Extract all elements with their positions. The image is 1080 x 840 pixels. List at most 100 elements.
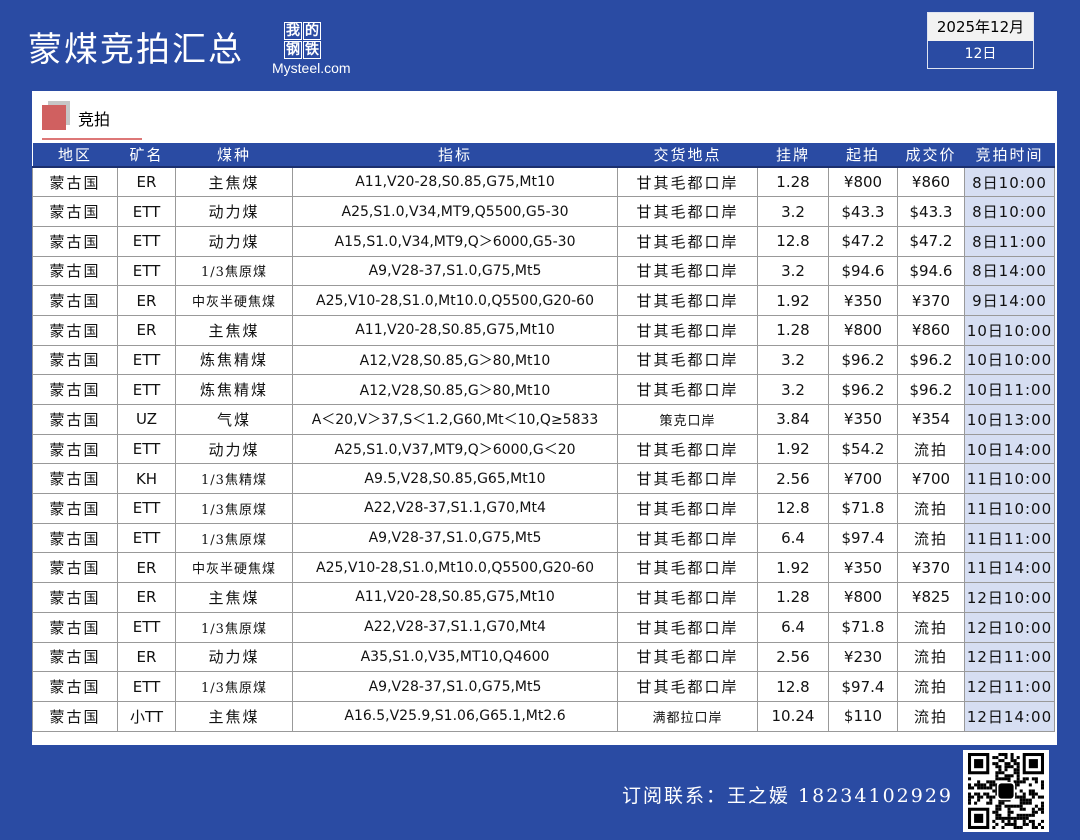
cell-listed-qty: 6.4	[757, 522, 829, 554]
cell-mine: ETT	[117, 374, 176, 405]
cell-auction-time: 8日14:00	[964, 255, 1055, 287]
cell-auction-time: 9日14:00	[964, 285, 1055, 316]
cell-spec: A22,V28-37,S1.1,G70,Mt4	[292, 493, 618, 524]
column-header: 煤种	[175, 143, 293, 168]
cell-start-price: $96.2	[828, 374, 898, 405]
cell-coal-type: 主焦煤	[175, 166, 293, 198]
auction-table: 地区 矿名 煤种 指标 交货地点 挂牌 起拍 成交价 竞拍时间 蒙古国 ER 主焦煤 A11,V20-…	[32, 143, 1055, 732]
cell-mine: ETT	[117, 493, 176, 524]
cell-deal-price: $96.2	[897, 374, 965, 405]
cell-spec: A11,V20-28,S0.85,G75,Mt10	[292, 166, 618, 198]
cell-mine: ER	[117, 582, 176, 613]
cell-deal-price: ¥370	[897, 285, 965, 316]
cell-region: 蒙古国	[32, 374, 118, 405]
cell-start-price: $110	[828, 700, 898, 732]
table-row: 蒙古国 ER 主焦煤 A11,V20-28,S0.85,G75,Mt10 甘其毛都口岸 1…	[32, 582, 1055, 613]
table-row: 蒙古国 KH 1/3焦精煤 A9.5,V28,S0.85,G65,Mt10 甘其毛都口岸…	[32, 463, 1055, 495]
cell-listed-qty: 3.84	[757, 404, 829, 435]
table-row: 蒙古国 ER 中灰半硬焦煤 A25,V10-28,S1.0,Mt10.0,Q5500,…	[32, 285, 1055, 316]
cell-region: 蒙古国	[32, 314, 118, 346]
logo-text: Mysteel.com	[272, 60, 351, 76]
cell-region: 蒙古国	[32, 463, 118, 495]
cell-region: 蒙古国	[32, 641, 118, 673]
cell-auction-time: 12日10:00	[964, 611, 1055, 643]
cell-start-price: $71.8	[828, 493, 898, 524]
cell-spec: A16.5,V25.9,S1.06,G65.1,Mt2.6	[292, 700, 618, 732]
cell-auction-time: 10日11:00	[964, 374, 1055, 405]
cell-listed-qty: 3.2	[757, 255, 829, 287]
cell-spec: A25,S1.0,V34,MT9,Q5500,G5-30	[292, 196, 618, 227]
cell-coal-type: 中灰半硬焦煤	[175, 552, 293, 584]
cell-spec: A11,V20-28,S0.85,G75,Mt10	[292, 582, 618, 613]
cell-listed-qty: 3.2	[757, 196, 829, 227]
cell-spec: A9,V28-37,S1.0,G75,Mt5	[292, 522, 618, 554]
cell-region: 蒙古国	[32, 433, 118, 465]
cell-deal-price: ¥825	[897, 582, 965, 613]
cell-start-price: $97.4	[828, 671, 898, 702]
cell-delivery-port: 甘其毛都口岸	[617, 552, 758, 584]
table-row: 蒙古国 ER 主焦煤 A11,V20-28,S0.85,G75,Mt10 甘其毛都口岸 1…	[32, 314, 1055, 346]
cell-deal-price: ¥700	[897, 463, 965, 495]
cell-deal-price: 流拍	[897, 433, 965, 465]
cell-start-price: $94.6	[828, 255, 898, 287]
cell-coal-type: 1/3焦原煤	[175, 611, 293, 643]
logo-char: 的	[303, 22, 321, 40]
cell-spec: A9,V28-37,S1.0,G75,Mt5	[292, 255, 618, 287]
cell-coal-type: 1/3焦原煤	[175, 671, 293, 702]
cell-listed-qty: 2.56	[757, 641, 829, 673]
cell-start-price: $47.2	[828, 225, 898, 257]
qr-code[interactable]	[963, 750, 1049, 832]
cell-deal-price: $43.3	[897, 196, 965, 227]
cell-mine: ETT	[117, 344, 176, 376]
cell-delivery-port: 甘其毛都口岸	[617, 522, 758, 554]
cell-listed-qty: 1.92	[757, 552, 829, 584]
cell-mine: ETT	[117, 522, 176, 554]
table-row: 蒙古国 ETT 动力煤 A15,S1.0,V34,MT9,Q＞6000,G5-30 甘其…	[32, 225, 1055, 257]
table-row: 蒙古国 ETT 动力煤 A25,S1.0,V37,MT9,Q＞6000,G＜20 甘其毛…	[32, 433, 1055, 465]
cell-deal-price: 流拍	[897, 671, 965, 702]
cell-spec: A＜20,V＞37,S＜1.2,G60,Mt＜10,Q≥5833	[292, 404, 618, 435]
cell-delivery-port: 甘其毛都口岸	[617, 611, 758, 643]
cell-region: 蒙古国	[32, 552, 118, 584]
cell-auction-time: 11日10:00	[964, 493, 1055, 524]
cell-region: 蒙古国	[32, 196, 118, 227]
cell-listed-qty: 10.24	[757, 700, 829, 732]
cell-listed-qty: 3.2	[757, 344, 829, 376]
mysteel-logo: 我的钢铁 Mysteel.com	[272, 22, 364, 82]
cell-delivery-port: 甘其毛都口岸	[617, 196, 758, 227]
cell-mine: KH	[117, 463, 176, 495]
cell-listed-qty: 1.28	[757, 166, 829, 198]
section-header: 竞拍	[42, 101, 142, 140]
cell-auction-time: 10日10:00	[964, 314, 1055, 346]
cell-coal-type: 动力煤	[175, 433, 293, 465]
cell-region: 蒙古国	[32, 285, 118, 316]
logo-char: 我	[284, 22, 302, 40]
cell-mine: ETT	[117, 225, 176, 257]
cell-spec: A15,S1.0,V34,MT9,Q＞6000,G5-30	[292, 225, 618, 257]
cell-delivery-port: 甘其毛都口岸	[617, 344, 758, 376]
cell-listed-qty: 2.56	[757, 463, 829, 495]
cell-region: 蒙古国	[32, 166, 118, 198]
cell-start-price: $97.4	[828, 522, 898, 554]
cell-delivery-port: 甘其毛都口岸	[617, 314, 758, 346]
cell-auction-time: 12日14:00	[964, 700, 1055, 732]
cell-start-price: ¥800	[828, 314, 898, 346]
cell-listed-qty: 1.92	[757, 433, 829, 465]
contact-info: 订阅联系：王之媛 18234102929	[622, 785, 954, 807]
cell-listed-qty: 1.28	[757, 582, 829, 613]
cell-coal-type: 炼焦精煤	[175, 374, 293, 405]
cell-region: 蒙古国	[32, 582, 118, 613]
cell-mine: ER	[117, 552, 176, 584]
cell-delivery-port: 甘其毛都口岸	[617, 433, 758, 465]
cell-region: 蒙古国	[32, 493, 118, 524]
cell-start-price: ¥800	[828, 582, 898, 613]
date-month: 2025年12月	[928, 13, 1033, 41]
cell-deal-price: ¥354	[897, 404, 965, 435]
cell-start-price: ¥350	[828, 285, 898, 316]
cell-coal-type: 炼焦精煤	[175, 344, 293, 376]
table-row: 蒙古国 ETT 动力煤 A25,S1.0,V34,MT9,Q5500,G5-30 甘其毛…	[32, 196, 1055, 227]
cell-start-price: $96.2	[828, 344, 898, 376]
cell-coal-type: 1/3焦原煤	[175, 493, 293, 524]
table-row: 蒙古国 ETT 炼焦精煤 A12,V28,S0.85,G＞80,Mt10 甘其毛都口岸 3…	[32, 344, 1055, 376]
cell-start-price: ¥350	[828, 404, 898, 435]
